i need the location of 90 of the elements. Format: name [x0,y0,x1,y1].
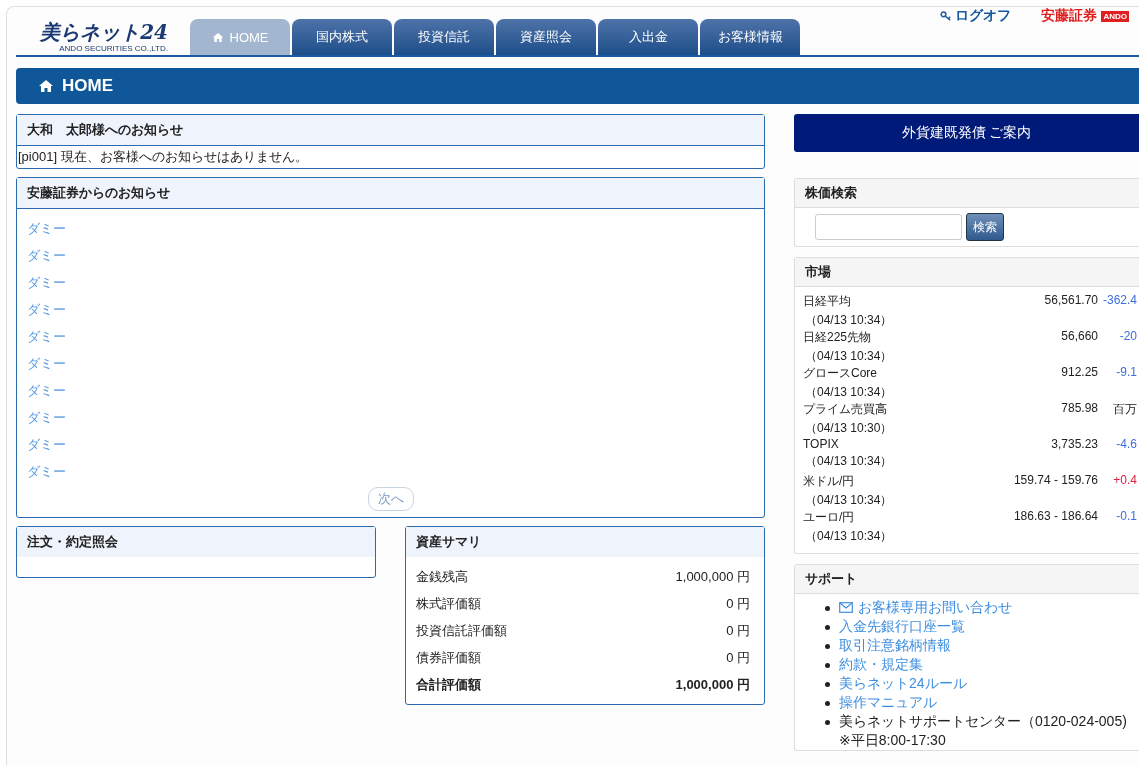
market-value: 785.98 [1060,401,1098,415]
asset-value: 1,000,000 円 [675,568,750,586]
market-change: 百万 [1113,401,1138,418]
asset-value: 1,000,000 円 [675,676,750,694]
bullet-icon [825,644,830,649]
asset-label: 投資信託評価額 [416,622,507,640]
market-name: プライム売買高 [803,401,888,418]
market-time: （04/13 10:30） [804,420,894,437]
page-title: HOME [62,76,113,96]
support-link[interactable]: 取引注意銘柄情報 [839,636,951,655]
panel-title: 市場 [805,264,831,279]
panel-title: 株価検索 [805,185,857,200]
market-change: +0.4 [1113,473,1138,487]
bullet-icon [825,701,830,706]
market-time: （04/13 10:34） [804,348,894,365]
home-icon [211,31,224,43]
market-name: ユーロ/円 [803,509,856,526]
asset-value: 0 円 [726,595,750,613]
market-change: -362.4 [1102,293,1138,307]
support-link[interactable]: 入金先銀行口座一覧 [839,617,965,636]
market-value: 56,561.70 [1043,293,1098,307]
notice-link[interactable]: ダミー [27,269,66,296]
nav-tab[interactable]: 入出金 [598,19,698,55]
support-link[interactable]: 約款・規定集 [839,655,923,674]
support-link[interactable]: 操作マニュアル [839,693,937,712]
panel-title: 安藤証券からのお知らせ [27,185,170,200]
nav-tab[interactable]: お客様情報 [700,19,800,55]
market-change: -20 [1119,329,1138,343]
bullet-icon [825,720,830,725]
bullet-icon [825,663,830,668]
asset-label: 金銭残高 [416,568,468,586]
market-time: （04/13 10:34） [804,528,894,545]
notice-link[interactable]: ダミー [27,215,66,242]
market-value: 912.25 [1060,365,1098,379]
next-button[interactable]: 次へ [367,487,414,511]
search-button[interactable]: 検索 [966,213,1004,241]
nav-tab[interactable]: 資産照会 [496,19,596,55]
bullet-icon [825,606,830,611]
nav-tab[interactable]: 国内株式 [292,19,392,55]
bullet-icon [825,625,830,630]
market-time: （04/13 10:34） [804,312,894,329]
notice-message: [pi001] 現在、お客様へのお知らせはありません。 [17,148,309,166]
market-name: グロースCore [803,365,878,382]
support-hours: ※平日8:00-17:30 [839,731,947,750]
nav-tab[interactable]: HOME [190,19,290,55]
market-time: （04/13 10:34） [804,384,894,401]
market-value: 56,660 [1060,329,1098,343]
stock-search-field[interactable] [815,214,962,240]
notice-link[interactable]: ダミー [27,296,66,323]
logo[interactable]: 美らネット24 ANDO SECURITIES CO.,LTD. [16,20,168,55]
nav-tab[interactable]: 投資信託 [394,19,494,55]
market-value: 159.74 - 159.76 [1012,473,1098,487]
notice-link[interactable]: ダミー [27,404,66,431]
notice-link[interactable]: ダミー [27,323,66,350]
notice-link[interactable]: ダミー [27,458,66,485]
market-name: 日経225先物 [803,329,873,346]
bond-banner-button[interactable]: 外貨建既発債 ご案内 [794,114,1139,152]
notice-link[interactable]: ダミー [27,431,66,458]
notice-link[interactable]: ダミー [27,350,66,377]
bullet-icon [825,682,830,687]
market-change: -0.1 [1116,509,1138,523]
market-time: （04/13 10:34） [804,492,894,509]
market-time: （04/13 10:34） [804,453,894,470]
key-icon [940,11,953,21]
support-center-text: 美らネットサポートセンター（0120-024-005) [839,712,1127,731]
panel-title: 資産サマリ [416,534,481,549]
market-name: TOPIX [803,437,840,451]
market-value: 3,735.23 [1050,437,1098,451]
panel-title: 大和 太郎様へのお知らせ [27,122,183,137]
market-value: 186.63 - 186.64 [1012,509,1098,523]
support-link[interactable]: 美らネット24ルール [839,674,967,693]
notice-link[interactable]: ダミー [27,377,66,404]
support-link[interactable]: お客様専用お問い合わせ [839,598,1012,617]
asset-label: 合計評価額 [416,676,481,694]
panel-title: 注文・約定照会 [27,534,118,549]
brand-badge: ANDO [1101,10,1129,22]
asset-value: 0 円 [726,649,750,667]
market-change: -4.6 [1116,437,1138,451]
asset-label: 債券評価額 [416,649,481,667]
home-icon [38,79,54,93]
market-name: 米ドル/円 [803,473,856,490]
asset-label: 株式評価額 [416,595,481,613]
market-name: 日経平均 [803,293,852,310]
panel-title: サポート [805,571,857,586]
brand-name: 安藤証券 [1041,7,1098,25]
notice-link[interactable]: ダミー [27,242,66,269]
mail-icon [839,602,853,613]
logoff-link[interactable]: ログオフ [940,7,1012,25]
market-change: -9.1 [1116,365,1138,379]
asset-value: 0 円 [726,622,750,640]
